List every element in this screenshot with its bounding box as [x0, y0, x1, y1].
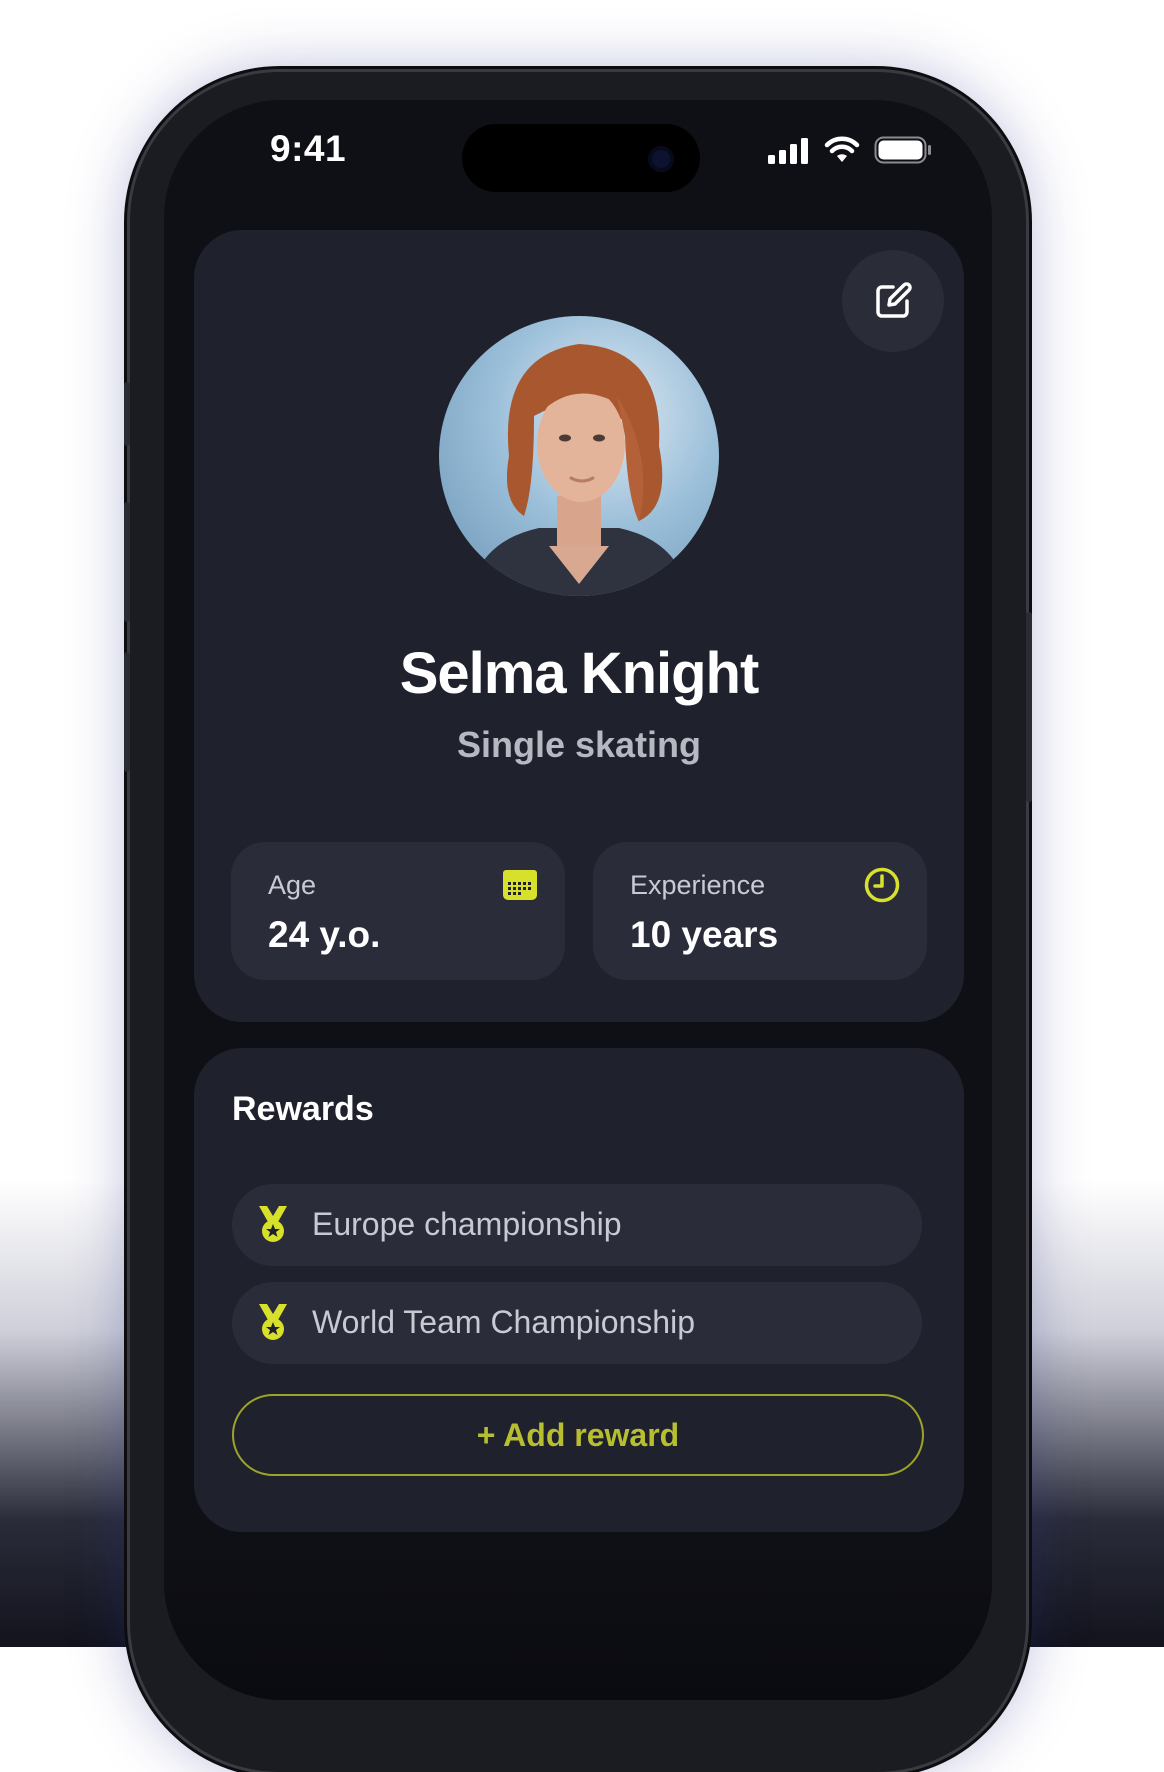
status-bar: 9:41 [164, 100, 992, 210]
reward-item[interactable]: Europe championship [232, 1184, 922, 1266]
calendar-icon [503, 870, 537, 900]
rewards-title: Rewards [232, 1090, 374, 1128]
rewards-card: Rewards Europe championship World Team C… [194, 1048, 964, 1532]
reward-label: World Team Championship [312, 1304, 695, 1340]
volume-down-button [124, 652, 130, 772]
status-icons [768, 134, 932, 164]
reward-label: Europe championship [312, 1206, 622, 1242]
cellular-signal-icon [768, 138, 808, 164]
profile-card: Selma Knight Single skating Age 24 y.o. … [194, 230, 964, 1022]
stat-value-experience: 10 years [630, 914, 779, 955]
wifi-icon [824, 136, 860, 162]
volume-up-button [124, 502, 130, 622]
experience-stat-card: Experience 10 years [593, 842, 927, 980]
clock-icon [864, 867, 900, 903]
bottom-area [164, 1540, 992, 1700]
battery-icon [874, 136, 931, 164]
reward-item[interactable]: World Team Championship [232, 1282, 922, 1364]
medal-icon [259, 1304, 287, 1340]
edit-profile-button[interactable] [842, 250, 944, 352]
edit-square-icon [876, 282, 912, 318]
app-screen: 9:41 Selma Knight Single skating Age 24 … [164, 100, 992, 1700]
add-reward-button[interactable]: + Add reward [232, 1394, 924, 1476]
profile-discipline: Single skating [456, 724, 702, 765]
avatar-portrait [469, 344, 689, 596]
profile-name: Selma Knight [399, 641, 760, 706]
dynamic-island [462, 124, 700, 192]
stat-label-experience: Experience [630, 870, 766, 900]
front-camera [648, 146, 674, 172]
power-button [1026, 612, 1032, 802]
stat-value-age: 24 y.o. [268, 914, 381, 955]
avatar [439, 316, 719, 596]
action-button [124, 382, 130, 446]
medal-icon [259, 1206, 287, 1242]
status-time: 9:41 [270, 128, 347, 169]
stat-label-age: Age [268, 870, 317, 900]
age-stat-card: Age 24 y.o. [231, 842, 565, 980]
